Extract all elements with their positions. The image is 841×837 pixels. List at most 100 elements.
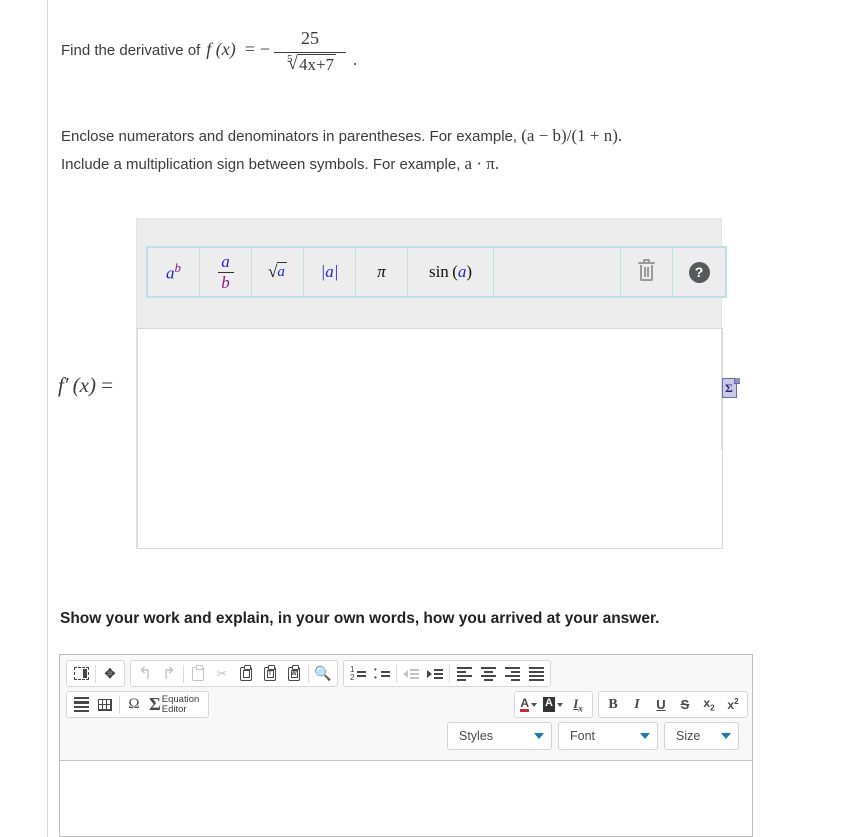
styles-dropdown[interactable]: Styles [447,722,552,750]
size-dropdown[interactable]: Size [664,722,739,750]
undo-icon: ↰ [137,664,153,683]
prompt-function-name: f (x) [206,39,236,60]
table-button[interactable] [93,693,117,716]
radical-expression: 5 √ 4x+7 [284,53,337,75]
chevron-down-icon [557,702,563,707]
align-center-button[interactable] [476,662,500,685]
editor-toolbar: ✥ ↰ ↱ ✂ T W 🔍 12 • • Ω Σ Equation Editor… [60,655,752,761]
paste-button[interactable] [234,662,258,685]
format-instructions: Enclose numerators and denominators in p… [61,122,836,178]
editor-group-insert: Ω Σ Equation Editor [66,691,210,718]
instruction-line-1-example: (a − b)/(1 + n). [521,126,623,145]
subscript-button[interactable]: x2 [697,693,721,716]
radicand: 4x+7 [297,54,337,75]
text-color-button[interactable]: A [517,693,540,716]
help-icon: ? [688,261,710,283]
bold-button[interactable]: B [601,693,625,716]
editor-group-clipboard: ↰ ↱ ✂ T W 🔍 [130,660,338,687]
decrease-indent-button[interactable] [399,662,423,685]
prompt-lead-text: Find the derivative of [61,41,201,59]
answer-label: f′ (x) = [58,373,113,398]
pi-label: π [377,262,386,281]
font-dropdown-label: Font [570,729,596,743]
increase-indent-button[interactable] [423,662,447,685]
size-dropdown-label: Size [676,729,701,743]
paste-from-word-button[interactable]: W [282,662,306,685]
chevron-down-icon [640,733,650,739]
rich-text-editor: ✥ ↰ ↱ ✂ T W 🔍 12 • • Ω Σ Equation Editor… [59,654,753,837]
font-dropdown[interactable]: Font [558,722,658,750]
show-work-heading: Show your work and explain, in your own … [60,610,660,627]
underline-button[interactable]: U [649,693,673,716]
sqrt-radicand: a [277,262,287,280]
absolute-value-label: |a| [320,262,339,281]
sigma-glyph: Σ [725,381,733,395]
source-button[interactable] [69,662,93,685]
clear-math-button[interactable] [621,248,673,296]
find-button[interactable]: 🔍 [311,662,335,685]
fraction-button[interactable]: a b [200,248,252,296]
superscript-icon: x2 [727,697,739,712]
chevron-down-icon [534,733,544,739]
fraction-numerator: a [221,251,230,271]
undo-button[interactable]: ↰ [133,662,157,685]
strikethrough-button[interactable]: S [673,693,697,716]
horizontal-rule-button[interactable] [69,693,93,716]
align-right-icon [504,666,520,681]
instruction-line-2: Include a multiplication sign between sy… [61,150,836,178]
power-base: a [166,263,175,283]
power-button[interactable]: ab [148,248,200,296]
editor-toolbar-row-3: Styles Font Size [66,722,748,750]
copy-icon [192,664,204,681]
remove-format-button[interactable]: Ix [566,693,590,716]
chevron-down-icon [721,733,731,739]
cut-button[interactable]: ✂ [210,662,234,685]
italic-icon: I [634,696,640,712]
prompt-period: . [353,50,358,70]
remove-format-icon: Ix [573,695,583,714]
special-character-button[interactable]: Ω [122,693,146,716]
answer-label-equals: = [101,373,114,397]
superscript-button[interactable]: x2 [721,693,745,716]
justify-button[interactable] [524,662,548,685]
instruction-line-1-text: Enclose numerators and denominators in p… [61,128,518,145]
equation-editor-button[interactable]: Σ Equation Editor [146,693,206,716]
horizontal-rule-icon [73,697,89,712]
italic-button[interactable]: I [625,693,649,716]
editor-group-paragraph: 12 • • [343,660,551,687]
sqrt-button[interactable]: √ a [252,248,304,296]
math-help-button[interactable]: ? [673,248,725,296]
sigma-icon: Σ [149,694,161,714]
underline-icon: U [656,697,666,712]
align-right-button[interactable] [500,662,524,685]
absolute-value-button[interactable]: |a| [304,248,356,296]
redo-icon: ↱ [161,664,177,683]
fraction-denominator: b [221,272,230,292]
equation-editor-label-line2: Editor [161,703,187,715]
sqrt-icon: √ a [268,262,287,281]
numbered-list-button[interactable]: 12 [346,662,370,685]
pi-button[interactable]: π [356,248,408,296]
editor-group-document: ✥ [66,660,125,687]
editor-body[interactable] [60,761,752,836]
background-color-button[interactable]: A [540,693,566,716]
paste-word-icon: W [288,664,300,681]
maximize-icon: ✥ [104,665,116,681]
equation-preview-icon[interactable]: Σ [722,378,740,399]
instruction-line-2-example: a · π. [464,154,500,174]
redo-button[interactable]: ↱ [157,662,181,685]
prompt-fraction: 25 5 √ 4x+7 [274,26,347,75]
math-toolbar: ab a b √ a |a| π sin (a) ? [146,246,727,298]
maximize-button[interactable]: ✥ [98,662,122,685]
math-answer-input[interactable] [137,328,723,549]
search-icon: 🔍 [314,665,332,681]
paste-text-icon: T [264,664,276,681]
indent-icon [427,668,443,679]
paste-as-text-button[interactable]: T [258,662,282,685]
sine-button[interactable]: sin (a) [408,248,494,296]
copy-button[interactable] [186,662,210,685]
bulleted-list-button[interactable]: • • [370,662,394,685]
align-left-button[interactable] [452,662,476,685]
omega-icon: Ω [128,696,140,712]
question-page: Find the derivative of f (x) = − 25 5 √ … [0,0,841,837]
